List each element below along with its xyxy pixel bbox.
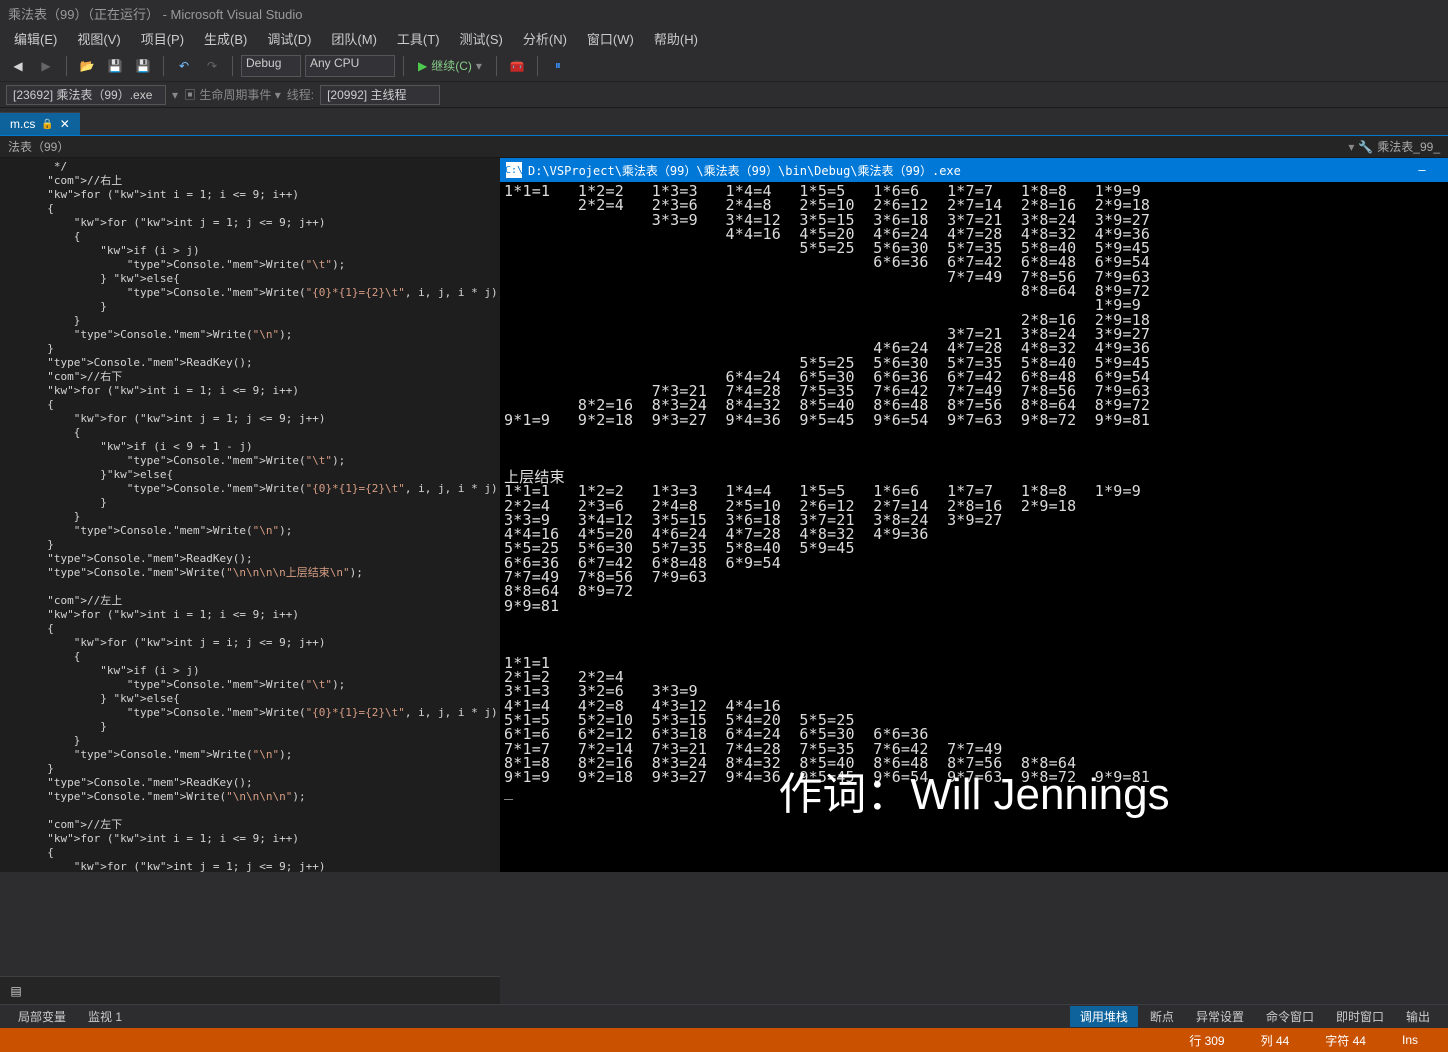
status-col: 列 44 (1243, 1032, 1308, 1049)
minimize-icon[interactable]: — (1402, 163, 1442, 177)
status-ins: Ins (1384, 1033, 1436, 1047)
toolbox-icon[interactable]: 🧰 (505, 54, 529, 78)
menu-window[interactable]: 窗口(W) (577, 26, 644, 50)
console-output[interactable]: 1*1=1 1*2=2 1*3=3 1*4=4 1*5=5 1*6=6 1*7=… (500, 182, 1448, 801)
pause-icon[interactable]: ⏸ (546, 54, 570, 78)
window-title: 乘法表（99）（正在运行） - Microsoft Visual Studio (0, 0, 1448, 26)
breadcrumb-left[interactable]: 法表（99） (8, 138, 69, 155)
process-dropdown[interactable]: [23692] 乘法表（99）.exe (6, 85, 166, 105)
save-icon[interactable]: 💾 (103, 54, 127, 78)
console-titlebar[interactable]: C:\ D:\VSProject\乘法表（99）\乘法表（99）\bin\Deb… (500, 158, 1448, 182)
console-app-icon: C:\ (506, 162, 522, 178)
output-list-icon[interactable]: ▤ (4, 979, 28, 1003)
editor-tabs: m.cs 🔒 ✕ (0, 108, 1448, 136)
output-dock: ▤ (0, 976, 500, 1004)
play-icon: ▶ (418, 59, 427, 73)
nav-back-icon[interactable]: ◀ (6, 54, 30, 78)
menu-tools[interactable]: 工具(T) (387, 26, 450, 50)
thread-label: 线程: (287, 86, 314, 103)
menu-team[interactable]: 团队(M) (321, 26, 387, 50)
config-dropdown[interactable]: Debug (241, 55, 301, 77)
close-icon[interactable]: ✕ (60, 117, 70, 131)
menu-build[interactable]: 生成(B) (194, 26, 257, 50)
menu-analyze[interactable]: 分析(N) (513, 26, 577, 50)
menu-debug[interactable]: 调试(D) (257, 26, 321, 50)
nav-fwd-icon[interactable]: ▶ (34, 54, 58, 78)
open-icon[interactable]: 📂 (75, 54, 99, 78)
tab-mcs[interactable]: m.cs 🔒 ✕ (0, 112, 80, 135)
breadcrumb-right[interactable]: 乘法表_99_ (1377, 138, 1440, 155)
tab-command[interactable]: 命令窗口 (1256, 1006, 1324, 1027)
continue-button[interactable]: ▶ 继续(C) ▾ (412, 57, 488, 74)
breadcrumb: 法表（99） ▾ 🔧 乘法表_99_ (0, 136, 1448, 158)
menu-view[interactable]: 视图(V) (67, 26, 130, 50)
thread-dropdown[interactable]: [20992] 主线程 (320, 85, 440, 105)
status-bar: 行 309 列 44 字符 44 Ins (0, 1028, 1448, 1052)
tab-watch1[interactable]: 监视 1 (78, 1006, 132, 1027)
tab-breakpoints[interactable]: 断点 (1140, 1006, 1184, 1027)
bottom-tabs: 局部变量 监视 1 调用堆栈 断点 异常设置 命令窗口 即时窗口 输出 (0, 1004, 1448, 1028)
code-editor[interactable]: */ "com">//右上 "kw">for ("kw">int i = 1; … (0, 158, 500, 872)
console-title: D:\VSProject\乘法表（99）\乘法表（99）\bin\Debug\乘… (528, 162, 1402, 179)
status-line: 行 309 (1171, 1032, 1242, 1049)
debug-toolbar: [23692] 乘法表（99）.exe ▾ ▣ 生命周期事件 ▾ 线程: [20… (0, 82, 1448, 108)
console-window: C:\ D:\VSProject\乘法表（99）\乘法表（99）\bin\Deb… (500, 158, 1448, 872)
status-char: 字符 44 (1307, 1032, 1384, 1049)
menu-test[interactable]: 测试(S) (450, 26, 513, 50)
menu-project[interactable]: 项目(P) (131, 26, 194, 50)
tab-label: m.cs (10, 117, 35, 131)
menu-edit[interactable]: 编辑(E) (4, 26, 67, 50)
lifecycle-label: ▣ 生命周期事件 ▾ (184, 86, 281, 103)
tab-locals[interactable]: 局部变量 (8, 1006, 76, 1027)
tab-callstack[interactable]: 调用堆栈 (1070, 1006, 1138, 1027)
menu-help[interactable]: 帮助(H) (644, 26, 708, 50)
menubar: 编辑(E) 视图(V) 项目(P) 生成(B) 调试(D) 团队(M) 工具(T… (0, 26, 1448, 50)
continue-label: 继续(C) (431, 57, 472, 74)
wrench-icon: 🔧 (1358, 140, 1373, 154)
main-toolbar: ◀ ▶ 📂 💾 💾 ↶ ↷ Debug Any CPU ▶ 继续(C) ▾ 🧰 … (0, 50, 1448, 82)
pin-icon[interactable]: 🔒 (41, 119, 53, 130)
tab-exceptions[interactable]: 异常设置 (1186, 1006, 1254, 1027)
save-all-icon[interactable]: 💾 (131, 54, 155, 78)
redo-icon[interactable]: ↷ (200, 54, 224, 78)
tab-output[interactable]: 输出 (1396, 1006, 1440, 1027)
platform-dropdown[interactable]: Any CPU (305, 55, 395, 77)
tab-immediate[interactable]: 即时窗口 (1326, 1006, 1394, 1027)
undo-icon[interactable]: ↶ (172, 54, 196, 78)
